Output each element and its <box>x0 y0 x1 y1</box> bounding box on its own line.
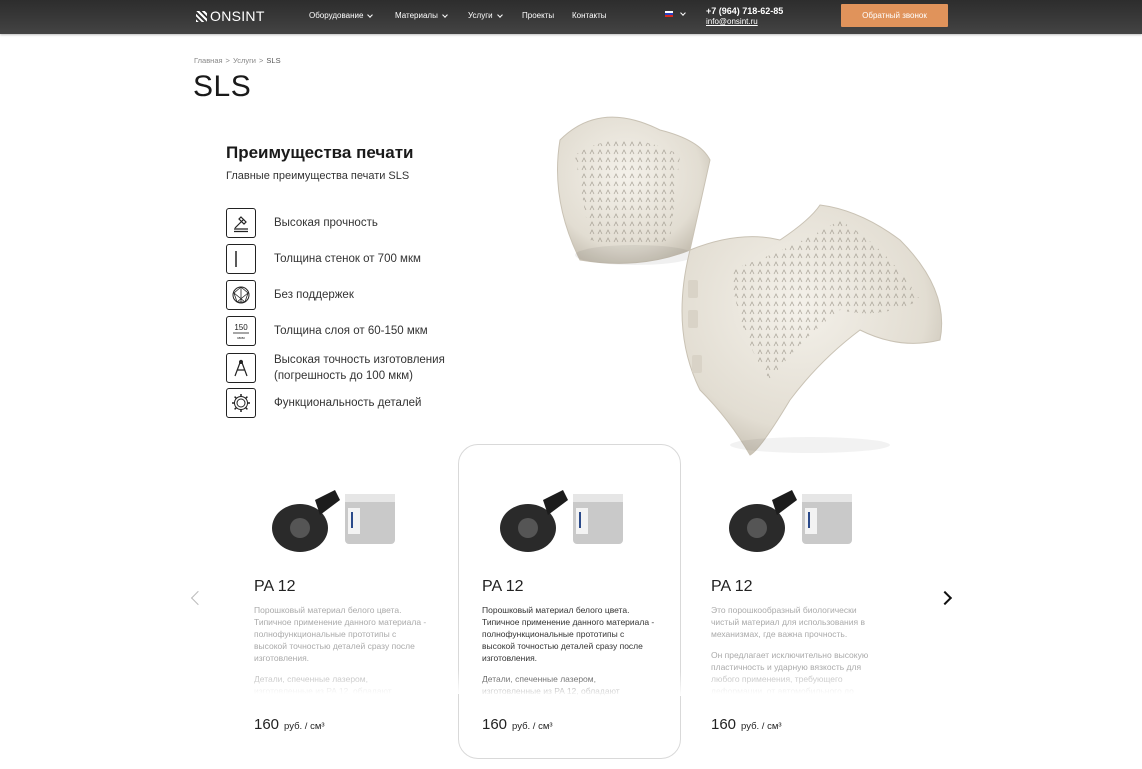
nav-item-projects[interactable]: Проекты <box>522 11 554 20</box>
header-contacts: +7 (964) 718-62-85 info@onsint.ru <box>706 6 783 26</box>
breadcrumb-home[interactable]: Главная <box>194 56 223 65</box>
advantage-item: Функциональность деталей <box>226 388 526 418</box>
advantage-text: Без поддержек <box>274 289 354 301</box>
logo-text: ONSINT <box>210 8 265 24</box>
material-card[interactable]: PA 12 Это порошкообразный биологически ч… <box>711 480 921 733</box>
material-card-active[interactable]: PA 12 Порошковый материал белого цвета. … <box>482 480 692 733</box>
top-header: ONSINT Оборудование Материалы Услуги Про… <box>0 0 1142 34</box>
material-description-text: Детали, спеченные лазером, изготовленные… <box>482 674 620 696</box>
advantage-item: Толщина стенок от 700 мкм <box>226 244 526 274</box>
no-supports-icon <box>226 280 256 310</box>
nav-label: Проекты <box>522 11 555 20</box>
material-description-text: Порошковый материал белого цвета. Типичн… <box>482 605 655 663</box>
advantage-text: Высокая прочность <box>274 217 378 229</box>
chevron-down-icon <box>442 11 448 18</box>
strength-icon <box>226 208 256 238</box>
price-unit: руб. / см³ <box>284 721 325 732</box>
breadcrumb-separator: > <box>225 56 230 65</box>
breadcrumb: Главная > Услуги > SLS <box>194 56 281 65</box>
nav-item-services[interactable]: Услуги <box>468 11 503 20</box>
nav-item-materials[interactable]: Материалы <box>395 11 448 20</box>
material-price: 160 руб. / см³ <box>482 716 553 733</box>
price-unit: руб. / см³ <box>741 721 782 732</box>
material-price: 160 руб. / см³ <box>254 716 325 733</box>
material-product-image <box>500 490 623 552</box>
wall-thickness-icon <box>226 244 256 274</box>
chevron-down-icon <box>680 10 686 16</box>
price-unit: руб. / см³ <box>512 721 553 732</box>
material-product-image <box>729 490 852 552</box>
advantage-text: Высокая точность изготовления (погрешнос… <box>274 354 445 382</box>
carousel-prev-icon[interactable] <box>190 590 206 606</box>
advantages-title: Преимущества печати <box>226 143 414 162</box>
logo[interactable]: ONSINT <box>196 8 265 24</box>
material-title: PA 12 <box>254 578 296 595</box>
breadcrumb-current: SLS <box>266 56 281 65</box>
material-price: 160 руб. / см³ <box>711 716 782 733</box>
material-description: Это порошкообразный биологически чистый … <box>711 596 921 694</box>
phone-link[interactable]: +7 (964) 718-62-85 <box>706 6 783 16</box>
material-description-text: Он предлагает исключительно высокую плас… <box>711 650 869 694</box>
email-link[interactable]: info@onsint.ru <box>706 17 783 26</box>
advantage-text: Толщина слоя от 60-150 мкм <box>274 325 428 337</box>
russia-flag-icon <box>665 11 673 17</box>
material-card[interactable]: PA 12 Порошковый материал белого цвета. … <box>254 480 464 733</box>
precision-icon <box>226 353 256 383</box>
material-description-text: Порошковый материал белого цвета. Типичн… <box>254 605 427 663</box>
breadcrumb-services[interactable]: Услуги <box>233 56 256 65</box>
nav-label: Материалы <box>395 11 438 20</box>
advantages-subtitle: Главные преимущества печати SLS <box>226 170 410 182</box>
page-title: SLS <box>193 70 252 103</box>
nav-label: Услуги <box>468 11 493 20</box>
advantage-text: Толщина стенок от 700 мкм <box>274 253 421 265</box>
nav-item-contacts[interactable]: Контакты <box>572 11 607 20</box>
material-title: PA 12 <box>482 578 524 595</box>
material-description: Порошковый материал белого цвета. Типичн… <box>482 596 692 696</box>
advantage-item: Без поддержек <box>226 280 526 310</box>
price-value: 160 <box>254 716 280 733</box>
nav-label: Оборудование <box>309 11 364 20</box>
advantage-text: Функциональность деталей <box>274 397 422 409</box>
price-value: 160 <box>482 716 508 733</box>
advantage-item: Высокая точность изготовления (погрешнос… <box>226 352 526 384</box>
material-product-image <box>272 490 395 552</box>
material-title: PA 12 <box>711 578 753 595</box>
layer-icon-unit: мкм <box>237 335 245 340</box>
logo-mark-icon <box>196 10 207 22</box>
functionality-gear-icon <box>226 388 256 418</box>
chevron-down-icon <box>496 11 503 18</box>
advantage-item: Высокая прочность <box>226 208 526 238</box>
layer-icon-value: 150 <box>234 323 248 332</box>
price-value: 160 <box>711 716 737 733</box>
breadcrumb-separator: > <box>259 56 264 65</box>
layer-thickness-icon: 150 мкм <box>226 316 256 346</box>
language-switcher[interactable] <box>665 10 686 17</box>
material-description: Порошковый материал белого цвета. Типичн… <box>254 596 464 694</box>
advantage-item: 150 мкм Толщина слоя от 60-150 мкм <box>226 316 526 346</box>
sls-parts-image <box>557 116 943 456</box>
callback-button[interactable]: Обратный звонок <box>841 4 948 27</box>
carousel-next-icon[interactable] <box>937 590 953 606</box>
nav-label: Контакты <box>572 11 607 20</box>
material-description-text: Детали, спеченные лазером, изготовленные… <box>254 674 392 694</box>
chevron-down-icon <box>367 11 374 18</box>
nav-item-equipment[interactable]: Оборудование <box>309 11 374 20</box>
material-description-text: Это порошкообразный биологически чистый … <box>711 605 865 639</box>
